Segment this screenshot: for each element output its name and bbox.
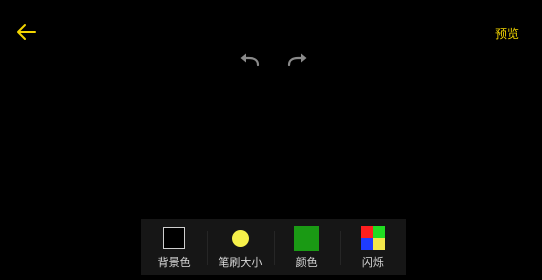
color-tool[interactable]: 颜色 — [273, 219, 340, 275]
redo-button[interactable] — [286, 52, 308, 68]
bottom-toolbar: 背景色 笔刷大小 颜色 闪烁 — [141, 219, 406, 275]
brush-dot-icon — [231, 229, 249, 247]
flash-cell — [372, 238, 385, 250]
flash-label: 闪烁 — [361, 256, 384, 269]
flash-cell — [360, 226, 373, 238]
arrow-left-icon — [17, 24, 36, 40]
background-color-label: 背景色 — [157, 256, 191, 269]
redo-icon — [287, 53, 307, 67]
flash-cell — [360, 238, 373, 250]
flash-grid-icon — [360, 226, 385, 250]
flash-tool[interactable]: 闪烁 — [339, 219, 406, 275]
brush-size-label: 笔刷大小 — [218, 256, 263, 269]
back-button[interactable] — [15, 21, 39, 43]
preview-button[interactable]: 预览 — [495, 25, 519, 42]
flash-cell — [372, 226, 385, 238]
color-label: 颜色 — [295, 256, 318, 269]
undo-icon — [240, 53, 260, 67]
undo-button[interactable] — [239, 52, 261, 68]
background-color-tool[interactable]: 背景色 — [141, 219, 207, 275]
background-color-swatch-icon — [163, 227, 186, 249]
brush-size-tool[interactable]: 笔刷大小 — [207, 219, 273, 275]
color-swatch-icon — [294, 225, 320, 251]
